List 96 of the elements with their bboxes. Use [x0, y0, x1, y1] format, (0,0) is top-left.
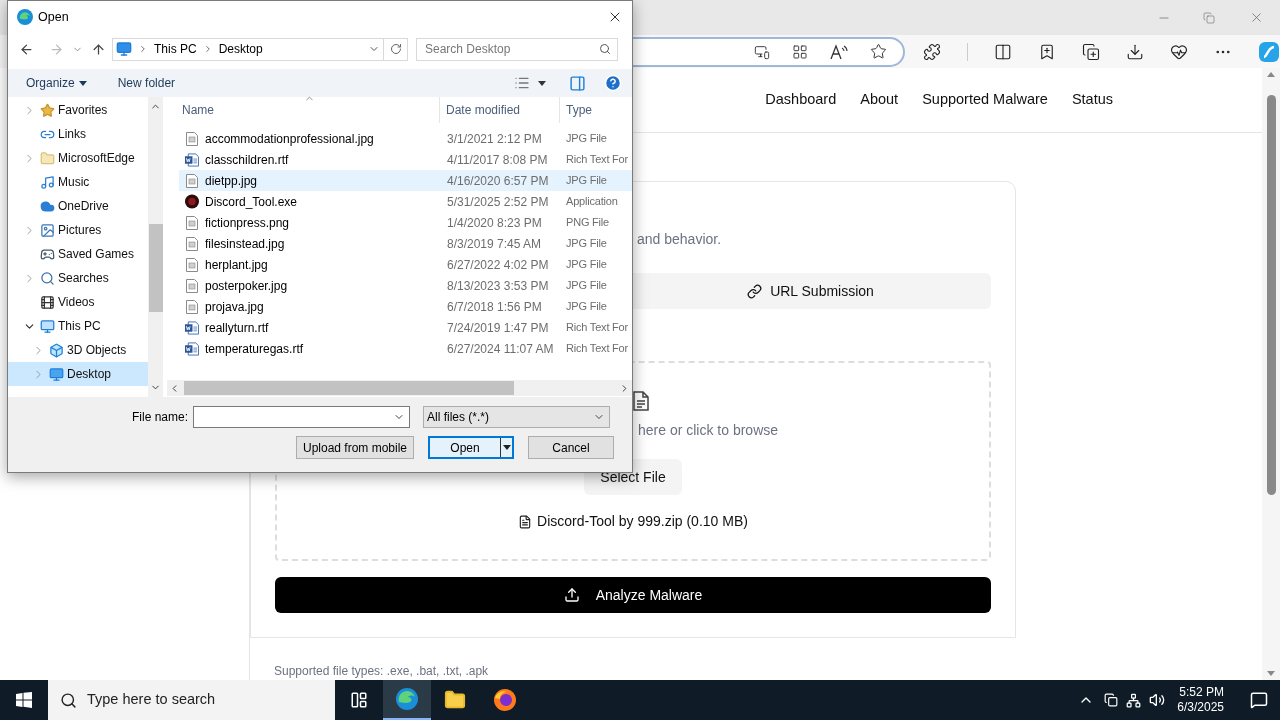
nav-tree-label: This PC: [58, 318, 101, 335]
file-row[interactable]: herplant.jpg 6/27/2022 4:02 PM JPG File: [179, 254, 632, 275]
search-field[interactable]: Search Desktop: [416, 37, 618, 61]
clock-time[interactable]: 5:52 PM: [1179, 685, 1224, 700]
url-submission-tab[interactable]: URL Submission: [633, 276, 988, 306]
clock-date[interactable]: 6/3/2025: [1177, 700, 1224, 715]
column-header[interactable]: Date modified: [440, 97, 560, 123]
file-type: Rich Text For: [565, 320, 628, 336]
organize-button[interactable]: Organize: [26, 74, 87, 92]
file-type: Application: [565, 194, 618, 210]
file-type: JPG File: [565, 278, 607, 294]
nav-tree-item[interactable]: Desktop: [8, 362, 148, 386]
breadcrumb[interactable]: Desktop: [218, 40, 263, 58]
nav-tree-item[interactable]: Favorites: [8, 98, 148, 122]
file-name: reallyturn.rtf: [205, 319, 269, 337]
file-row[interactable]: projava.jpg 6/7/2018 1:56 PM JPG File: [179, 296, 632, 317]
column-header[interactable]: Type: [560, 97, 632, 123]
nav-tree-item[interactable]: This PC: [8, 314, 148, 338]
nav-link[interactable]: About: [860, 89, 899, 111]
nav-tree-label: Favorites: [58, 102, 108, 119]
file-name: temperaturegas.rtf: [205, 340, 304, 358]
nav-tree-item[interactable]: Links: [8, 122, 148, 146]
file-name: herplant.jpg: [205, 256, 268, 274]
file-name-label: File name:: [130, 409, 189, 426]
file-date: 6/7/2018 1:56 PM: [446, 298, 543, 316]
new-folder-button[interactable]: New folder: [117, 74, 176, 92]
file-name: posterpoker.jpg: [205, 277, 288, 295]
file-date: 7/24/2019 1:47 PM: [446, 319, 550, 337]
file-date: 8/3/2019 7:45 AM: [446, 235, 543, 253]
selected-file-name: Discord-Tool by 999.zip (0.10 MB): [537, 512, 748, 531]
file-row[interactable]: filesinstead.jpg 8/3/2019 7:45 AM JPG File: [179, 233, 632, 254]
file-date: 3/1/2021 2:12 PM: [446, 130, 543, 148]
file-row[interactable]: reallyturn.rtf 7/24/2019 1:47 PM Rich Text For: [179, 317, 632, 338]
nav-tree-label: Pictures: [58, 222, 102, 239]
file-name: dietpp.jpg: [205, 172, 258, 190]
nav-tree-label: Music: [58, 174, 90, 191]
file-row[interactable]: accommodationprofessional.jpg 3/1/2021 2:12 PM JPG File: [179, 128, 632, 149]
intro-text: and behavior.: [637, 231, 722, 247]
file-row[interactable]: dietpp.jpg 4/16/2020 6:57 PM JPG File: [179, 170, 632, 191]
nav-tree-item[interactable]: Pictures: [8, 218, 148, 242]
file-type: JPG File: [565, 299, 607, 315]
nav-tree-item[interactable]: Saved Games: [8, 242, 148, 266]
nav-tree-label: Searches: [58, 270, 109, 287]
nav-tree-item[interactable]: Videos: [8, 290, 148, 314]
file-date: 1/4/2020 8:23 PM: [446, 214, 543, 232]
file-name: accommodationprofessional.jpg: [205, 130, 374, 148]
file-name: classchildren.rtf: [205, 151, 289, 169]
address-bar[interactable]: This PC Desktop: [112, 37, 384, 61]
file-type: JPG File: [565, 131, 607, 147]
taskbar-search-field[interactable]: Type here to search: [48, 680, 335, 720]
file-name: fictionpress.png: [205, 214, 290, 232]
file-type: PNG File: [565, 215, 610, 231]
upload-from-mobile-button[interactable]: Upload from mobile: [296, 436, 414, 459]
file-type: JPG File: [565, 236, 607, 252]
dialog-title: Open: [38, 8, 69, 26]
file-name: filesinstead.jpg: [205, 235, 285, 253]
analyze-malware-button[interactable]: Analyze Malware: [275, 577, 991, 613]
file-date: 8/13/2023 3:53 PM: [446, 277, 550, 295]
file-name: Discord_Tool.exe: [205, 193, 298, 211]
file-date: 4/11/2017 8:08 PM: [446, 151, 549, 169]
file-date: 4/16/2020 6:57 PM: [446, 172, 550, 190]
file-row[interactable]: fictionpress.png 1/4/2020 8:23 PM PNG File: [179, 212, 632, 233]
nav-tree-label: Desktop: [67, 366, 112, 383]
nav-tree-label: Saved Games: [58, 246, 135, 263]
open-button[interactable]: Open: [428, 436, 514, 459]
file-row[interactable]: posterpoker.jpg 8/13/2023 3:53 PM JPG File: [179, 275, 632, 296]
drop-hint: here or click to browse: [638, 421, 779, 440]
nav-tree-label: Videos: [58, 294, 95, 311]
file-name: projava.jpg: [205, 298, 264, 316]
nav-link[interactable]: Supported Malware: [922, 89, 1048, 111]
nav-tree-item[interactable]: MicrosoftEdge: [8, 146, 148, 170]
file-row[interactable]: Discord_Tool.exe 5/31/2025 2:52 PM Application: [179, 191, 632, 212]
file-date: 6/27/2024 11:07 AM: [446, 340, 555, 358]
cancel-button[interactable]: Cancel: [528, 436, 614, 459]
breadcrumb[interactable]: This PC: [154, 40, 197, 58]
nav-link[interactable]: Status: [1071, 89, 1113, 111]
nav-tree-item[interactable]: OneDrive: [8, 194, 148, 218]
file-type: Rich Text For: [565, 152, 628, 168]
nav-tree-item[interactable]: 3D Objects: [8, 338, 148, 362]
file-type: JPG File: [565, 257, 607, 273]
file-date: 5/31/2025 2:52 PM: [446, 193, 550, 211]
nav-tree-item[interactable]: Music: [8, 170, 148, 194]
file-type: Rich Text For: [565, 341, 628, 357]
file-date: 6/27/2022 4:02 PM: [446, 256, 550, 274]
file-type-select[interactable]: All files (*.*): [423, 406, 610, 428]
file-type: JPG File: [565, 173, 607, 189]
nav-link[interactable]: Dashboard: [765, 89, 837, 111]
nav-tree-label: 3D Objects: [67, 342, 127, 359]
file-row[interactable]: classchildren.rtf 4/11/2017 8:08 PM Rich Text For: [179, 149, 632, 170]
column-header[interactable]: Name: [167, 97, 440, 123]
nav-tree-label: OneDrive: [58, 198, 109, 215]
nav-tree-item[interactable]: Searches: [8, 266, 148, 290]
nav-tree-label: Links: [58, 126, 86, 143]
file-row[interactable]: temperaturegas.rtf 6/27/2024 11:07 AM Rich Text For: [179, 338, 632, 359]
supported-types-note: Supported file types: .exe, .bat, .txt, .apk: [273, 663, 490, 680]
nav-tree-label: MicrosoftEdge: [58, 150, 135, 167]
